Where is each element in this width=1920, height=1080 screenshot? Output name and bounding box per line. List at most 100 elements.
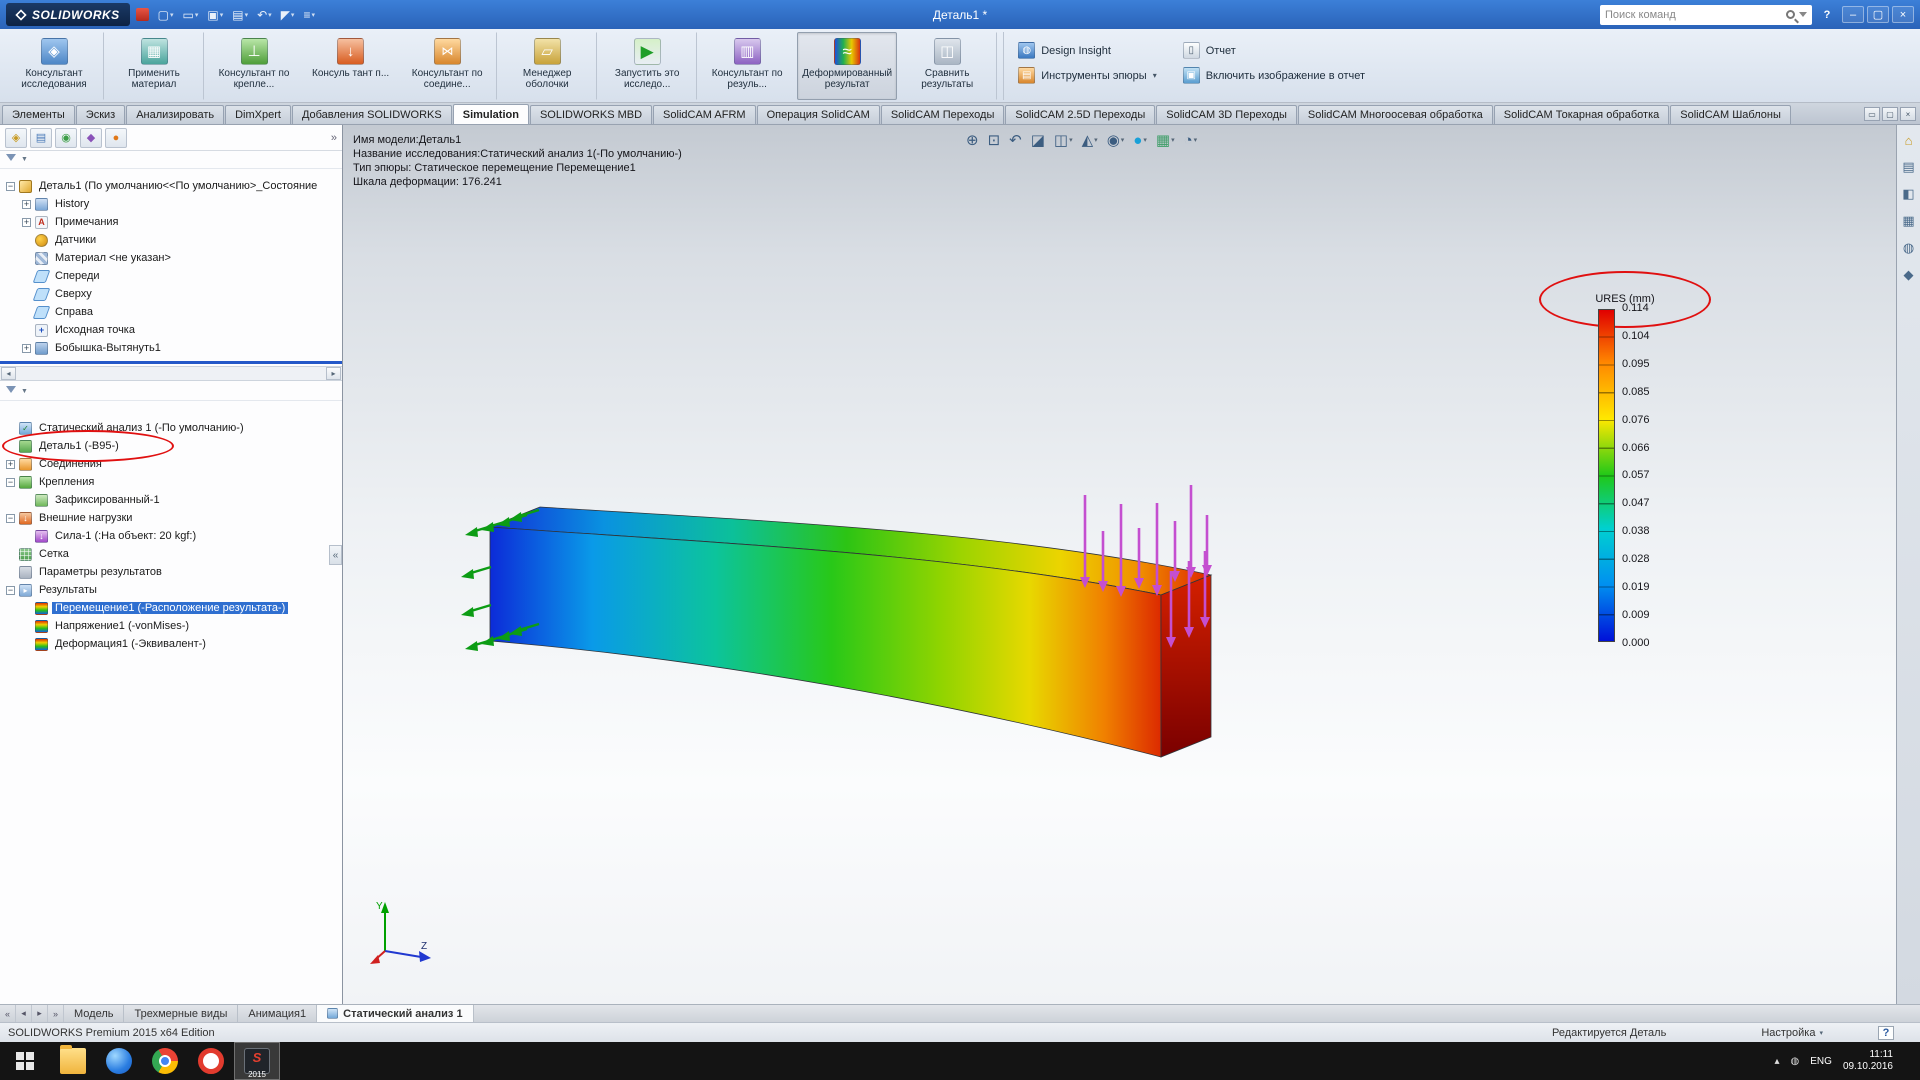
tree-item[interactable]: Деталь1 (-B95-): [0, 437, 342, 455]
ribbon-button[interactable]: Сравнить результаты: [897, 32, 997, 100]
search-icon[interactable]: [1786, 10, 1795, 19]
titlebar-tool-icon[interactable]: ▣▾: [204, 7, 226, 23]
commandmanager-tab[interactable]: SolidCAM 3D Переходы: [1156, 105, 1297, 124]
tree-item[interactable]: + Соединения: [0, 455, 342, 473]
dropdown-caret-icon[interactable]: ▾: [1153, 71, 1157, 80]
ribbon-button[interactable]: Деформированный результат: [797, 32, 897, 100]
hud-icon[interactable]: ⊕: [963, 129, 982, 151]
ribbon-link[interactable]: Design Insight: [1018, 42, 1157, 59]
tree-item[interactable]: Напряжение1 (-vonMises-): [0, 617, 342, 635]
titlebar-tool-icon[interactable]: ▭▾: [180, 7, 202, 23]
commandmanager-tab[interactable]: SolidCAM AFRM: [653, 105, 756, 124]
tree-item[interactable]: Деформация1 (-Эквивалент-): [0, 635, 342, 653]
tree-item[interactable]: Сила-1 (:На объект: 20 kgf:): [0, 527, 342, 545]
command-search[interactable]: [1600, 5, 1812, 25]
panel-tab-icon[interactable]: ◉: [55, 128, 77, 148]
hud-icon[interactable]: ⊡: [985, 129, 1004, 151]
tab-nav-button[interactable]: «: [0, 1005, 16, 1022]
titlebar-tool-icon[interactable]: ≡▾: [300, 7, 318, 23]
ribbon-link[interactable]: Включить изображение в отчет: [1183, 67, 1365, 84]
tree-expander[interactable]: −: [6, 182, 15, 191]
commandmanager-tab[interactable]: SolidCAM Шаблоны: [1670, 105, 1791, 124]
window-button[interactable]: ×: [1892, 6, 1914, 23]
panel-tab-icon[interactable]: ◈: [5, 128, 27, 148]
hud-icon[interactable]: ◭▾: [1079, 129, 1101, 151]
task-pane-icon[interactable]: ◍: [1900, 239, 1918, 257]
search-input[interactable]: [1605, 9, 1782, 21]
tree-expander[interactable]: +: [22, 200, 31, 209]
panel-tab-icon[interactable]: ◆: [80, 128, 102, 148]
tree-item[interactable]: Спереди: [0, 267, 342, 285]
commandmanager-tab[interactable]: Элементы: [2, 105, 75, 124]
tree-item[interactable]: Зафиксированный-1: [0, 491, 342, 509]
ribbon-button[interactable]: Запустить это исследо...: [597, 32, 697, 100]
taskbar-app-button[interactable]: [142, 1042, 188, 1080]
taskbar-app-button[interactable]: [188, 1042, 234, 1080]
commandmanager-tab[interactable]: SolidCAM Переходы: [881, 105, 1005, 124]
titlebar-tool-icon[interactable]: ▢▾: [155, 7, 177, 23]
task-pane-icon[interactable]: ⌂: [1900, 131, 1918, 149]
tree-item[interactable]: + Бобышка-Вытянуть1: [0, 339, 342, 357]
scroll-left-icon[interactable]: ◂: [1, 367, 16, 380]
commandmanager-tab[interactable]: SOLIDWORKS MBD: [530, 105, 652, 124]
commandmanager-tab[interactable]: SolidCAM 2.5D Переходы: [1005, 105, 1155, 124]
ribbon-button[interactable]: Консультант по соедине...: [397, 32, 497, 100]
model-tab[interactable]: Трехмерные виды: [124, 1005, 238, 1022]
hud-icon[interactable]: ▦▾: [1153, 129, 1178, 151]
tree-item[interactable]: Датчики: [0, 231, 342, 249]
deformed-model-plot[interactable]: [433, 475, 1393, 895]
ribbon-button[interactable]: Консультант исследования: [4, 32, 104, 100]
taskbar-app-button[interactable]: 2015: [234, 1042, 280, 1080]
hud-icon[interactable]: ◉▾: [1104, 129, 1128, 151]
study-tree-filter-bar[interactable]: ▼: [0, 383, 342, 401]
tree-expander[interactable]: −: [6, 478, 15, 487]
ribbon-button[interactable]: Консультант по крепле...: [204, 32, 304, 100]
tree-item[interactable]: Материал <не указан>: [0, 249, 342, 267]
ribbon-button[interactable]: Консуль тант п...: [304, 32, 397, 100]
tree-item[interactable]: Справа: [0, 303, 342, 321]
document-window-button[interactable]: ▢: [1882, 107, 1898, 121]
tree-item[interactable]: + Примечания: [0, 213, 342, 231]
ribbon-button[interactable]: Применить материал: [104, 32, 204, 100]
hud-icon[interactable]: ●▾: [1130, 129, 1150, 151]
help-button[interactable]: ?: [1818, 9, 1836, 21]
tab-nav-button[interactable]: ▸: [32, 1005, 48, 1022]
ribbon-link[interactable]: Инструменты эпюры ▾: [1018, 67, 1157, 84]
panel-expand-icon[interactable]: »: [331, 132, 337, 144]
model-tab[interactable]: Модель: [64, 1005, 124, 1022]
ribbon-button[interactable]: Менеджер оболочки: [497, 32, 597, 100]
search-caret-icon[interactable]: [1799, 12, 1807, 21]
commandmanager-tab[interactable]: DimXpert: [225, 105, 291, 124]
ribbon-link[interactable]: Отчет: [1183, 42, 1365, 59]
panel-tab-icon[interactable]: ●: [105, 128, 127, 148]
tree-item[interactable]: Параметры результатов: [0, 563, 342, 581]
taskbar-app-button[interactable]: [96, 1042, 142, 1080]
settings-menu[interactable]: Настройка ▾: [1761, 1027, 1823, 1039]
commandmanager-tab[interactable]: Анализировать: [126, 105, 224, 124]
tree-item[interactable]: Исходная точка: [0, 321, 342, 339]
status-help-button[interactable]: ?: [1878, 1026, 1894, 1040]
hud-icon[interactable]: ◪: [1028, 129, 1048, 151]
document-window-button[interactable]: ×: [1900, 107, 1916, 121]
tree-item[interactable]: − Крепления: [0, 473, 342, 491]
tree-expander[interactable]: +: [22, 344, 31, 353]
hud-icon[interactable]: ↶: [1006, 129, 1025, 151]
graphics-area[interactable]: Имя модели:Деталь1Название исследования:…: [343, 125, 1896, 1004]
task-pane-icon[interactable]: ▦: [1900, 212, 1918, 230]
tree-item[interactable]: − Деталь1 (По умолчанию<<По умолчанию>_С…: [0, 177, 342, 195]
tree-item[interactable]: Сверху: [0, 285, 342, 303]
filter-caret-icon[interactable]: ▼: [21, 388, 28, 395]
task-pane-icon[interactable]: ▤: [1900, 158, 1918, 176]
titlebar-tool-icon[interactable]: ▤▾: [229, 7, 251, 23]
tree-item[interactable]: Перемещение1 (-Расположение результата-): [0, 599, 342, 617]
commandmanager-tab[interactable]: Эскиз: [76, 105, 125, 124]
tree-filter-bar[interactable]: ▼: [0, 151, 342, 169]
tab-nav-button[interactable]: ◂: [16, 1005, 32, 1022]
language-indicator[interactable]: ENG: [1810, 1056, 1832, 1067]
tree-item[interactable]: Сетка: [0, 545, 342, 563]
tree-item[interactable]: Статический анализ 1 (-По умолчанию-): [0, 419, 342, 437]
clock[interactable]: 11:11 09.10.2016: [1843, 1049, 1893, 1073]
tree-horizontal-scrollbar[interactable]: ◂ ▸: [0, 366, 342, 381]
panel-tab-icon[interactable]: ▤: [30, 128, 52, 148]
scroll-right-icon[interactable]: ▸: [326, 367, 341, 380]
